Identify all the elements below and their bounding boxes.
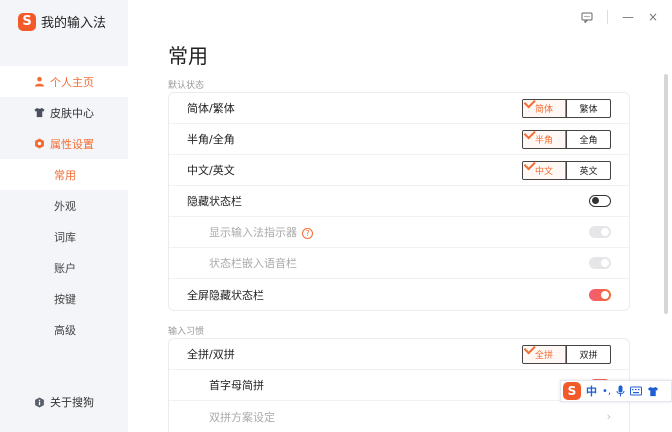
setting-label: 半角/全角: [187, 133, 235, 146]
setting-row-simplified-traditional: 简体/繁体 简体 繁体: [169, 93, 629, 124]
chevron-right-icon: ›: [606, 410, 611, 423]
brand: S 我的输入法: [18, 12, 106, 31]
setting-label: 状态栏嵌入语音栏: [209, 257, 297, 270]
ime-mode-indicator[interactable]: 中: [586, 383, 597, 399]
sidebar-subitem-keys[interactable]: 按键: [0, 283, 128, 314]
setting-label: 中文/英文: [187, 164, 235, 177]
feedback-icon[interactable]: [581, 12, 593, 23]
setting-row-double-pinyin-scheme[interactable]: 双拼方案设定 ›: [169, 401, 629, 432]
shirt-icon[interactable]: [647, 386, 659, 397]
segmented-control: 简体 繁体: [522, 98, 611, 118]
hide-status-bar-toggle[interactable]: [589, 195, 611, 207]
app-window: S 我的输入法 个人主页 皮肤中心 属性设置 常用 外观 词库 账户 按键 高级…: [0, 0, 672, 432]
setting-label: 首字母简拼: [209, 379, 264, 392]
setting-row-show-indicator: 显示输入法指示器?: [169, 217, 629, 248]
option-chinese[interactable]: 中文: [523, 161, 566, 179]
shirt-icon: [34, 107, 45, 118]
segmented-control: 全拼 双拼: [522, 344, 611, 364]
sidebar: S 我的输入法 个人主页 皮肤中心 属性设置 常用 外观 词库 账户 按键 高级…: [0, 0, 128, 432]
sidebar-subitem-appearance[interactable]: 外观: [0, 190, 128, 221]
keyboard-icon[interactable]: [630, 386, 643, 396]
sidebar-subitem-dictionary[interactable]: 词库: [0, 221, 128, 252]
person-icon: [34, 76, 45, 87]
sogou-logo-icon: S: [18, 12, 36, 31]
embed-voice-bar-toggle: [589, 257, 611, 269]
option-simplified[interactable]: 简体: [523, 99, 566, 117]
sidebar-nav: 个人主页 皮肤中心 属性设置 常用 外观 词库 账户 按键 高级: [0, 66, 128, 345]
option-double-pinyin[interactable]: 双拼: [566, 345, 610, 363]
sidebar-item-settings[interactable]: 属性设置: [0, 128, 128, 159]
settings-card-default-state: 简体/繁体 简体 繁体 半角/全角 半角 全角 中文/英文 中文 英文 隐藏状态…: [168, 92, 630, 311]
section-label-default-state: 默认状态: [168, 81, 205, 91]
window-controls: — ×: [581, 10, 658, 24]
sidebar-item-profile[interactable]: 个人主页: [0, 66, 128, 97]
setting-row-chinese-english: 中文/英文 中文 英文: [169, 155, 629, 186]
section-label-input-habits: 输入习惯: [168, 327, 205, 337]
page-title: 常用: [168, 44, 208, 68]
option-halfwidth[interactable]: 半角: [523, 130, 566, 148]
setting-row-hide-status-bar: 隐藏状态栏: [169, 186, 629, 217]
punctuation-icon[interactable]: •,: [602, 386, 611, 397]
about-link[interactable]: 关于搜狗: [34, 394, 94, 410]
divider: [606, 10, 608, 24]
setting-label: 全拼/双拼: [187, 348, 235, 361]
setting-row-fullscreen-hide: 全屏隐藏状态栏: [169, 279, 629, 310]
setting-label: 简体/繁体: [187, 102, 235, 115]
mic-icon[interactable]: [616, 385, 625, 397]
setting-label: 全屏隐藏状态栏: [187, 288, 264, 302]
sidebar-subitem-account[interactable]: 账户: [0, 252, 128, 283]
option-traditional[interactable]: 繁体: [566, 99, 610, 117]
about-label: 关于搜狗: [50, 396, 94, 409]
setting-row-full-double-pinyin: 全拼/双拼 全拼 双拼: [169, 339, 629, 370]
app-name: 我的输入法: [41, 16, 107, 31]
scrollbar[interactable]: [664, 74, 668, 314]
option-fullwidth[interactable]: 全角: [566, 130, 610, 148]
info-icon: [35, 396, 44, 408]
sidebar-item-skins[interactable]: 皮肤中心: [0, 97, 128, 128]
settings-icon: [35, 138, 44, 149]
option-english[interactable]: 英文: [566, 161, 610, 179]
minimize-button[interactable]: —: [622, 10, 634, 24]
fullscreen-hide-toggle[interactable]: [589, 288, 611, 301]
main-panel: — × 常用 默认状态 简体/繁体 简体 繁体 半角/全角 半角 全角 中文/英…: [128, 0, 672, 432]
segmented-control: 中文 英文: [522, 160, 611, 180]
setting-label: 双拼方案设定: [209, 410, 275, 424]
help-icon[interactable]: ?: [302, 227, 313, 239]
segmented-control: 半角 全角: [522, 129, 611, 149]
setting-row-embed-voice-bar: 状态栏嵌入语音栏: [169, 248, 629, 279]
sidebar-subitem-common[interactable]: 常用: [0, 159, 128, 190]
option-full-pinyin[interactable]: 全拼: [523, 345, 566, 363]
setting-row-halfwidth-fullwidth: 半角/全角 半角 全角: [169, 124, 629, 155]
sogou-logo-icon[interactable]: S: [563, 382, 581, 400]
setting-label: 显示输入法指示器?: [187, 224, 313, 240]
ime-status-bar[interactable]: S 中 •,: [560, 380, 672, 402]
sidebar-subitem-advanced[interactable]: 高级: [0, 314, 128, 345]
setting-label: 隐藏状态栏: [187, 195, 242, 208]
close-button[interactable]: ×: [648, 10, 658, 24]
show-indicator-toggle: [589, 226, 611, 238]
